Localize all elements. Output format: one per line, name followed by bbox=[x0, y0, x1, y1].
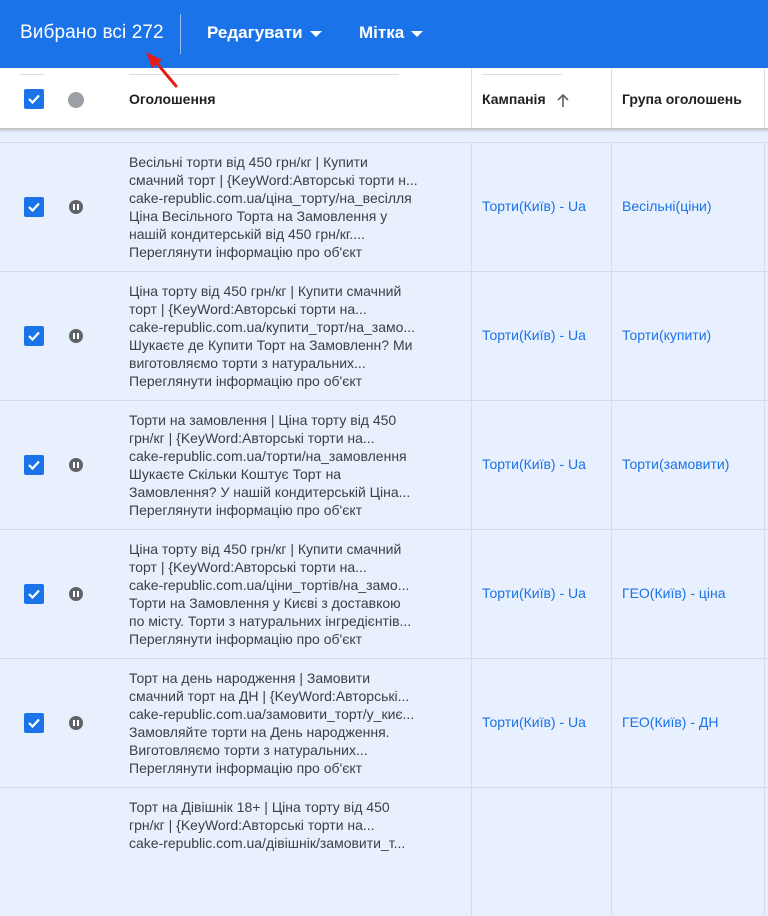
ad-preview[interactable]: Торти на замовлення | Ціна торту від 450… bbox=[129, 411, 443, 519]
ad-text-line: грн/кг | {KeyWord:Авторські торти на... bbox=[129, 430, 375, 446]
column-header-campaign-label: Кампанія bbox=[482, 91, 546, 107]
paused-status-icon[interactable] bbox=[69, 200, 83, 214]
checkmark-icon bbox=[28, 331, 40, 342]
row-checkbox[interactable] bbox=[24, 326, 44, 346]
paused-status-icon[interactable] bbox=[69, 329, 83, 343]
ad-text-line: cake-republic.com.ua/ціни_тортів/на_замо… bbox=[129, 577, 410, 593]
ad-text-line: виготовляємо торти з натуральних... bbox=[129, 355, 366, 371]
column-header-campaign[interactable]: Кампанія bbox=[482, 91, 570, 108]
table-row[interactable]: Ціна торту від 450 грн/кг | Купити смачн… bbox=[0, 271, 768, 400]
ad-text-line: Ціна торту від 450 грн/кг | Купити смачн… bbox=[129, 283, 402, 299]
checkmark-icon bbox=[28, 460, 40, 471]
ad-preview[interactable]: Торт на Дівішнік 18+ | Ціна торту від 45… bbox=[129, 798, 443, 852]
campaign-link[interactable]: Торти(Київ) - Ua bbox=[482, 585, 586, 601]
ad-group-link[interactable]: Весільні(ціни) bbox=[622, 198, 712, 214]
ad-preview[interactable]: Торт на день народження | Замовити смачни… bbox=[129, 669, 443, 777]
ad-text-line: Переглянути інформацію про об'єкт bbox=[129, 760, 363, 776]
edit-menu-button[interactable]: Редагувати bbox=[207, 23, 322, 43]
ad-text-line: Переглянути інформацію про об'єкт bbox=[129, 373, 363, 389]
checkmark-icon bbox=[28, 589, 40, 600]
ad-text-line: Виготовляємо торти з натуральних... bbox=[129, 742, 368, 758]
campaign-link[interactable]: Торти(Київ) - Ua bbox=[482, 714, 586, 730]
ad-text-line: cake-republic.com.ua/дівішнік/замовити_т… bbox=[129, 835, 406, 851]
ad-text-line: Торти на Замовлення у Києві з доставкою bbox=[129, 595, 401, 611]
ad-group-link[interactable]: Торти(купити) bbox=[622, 327, 711, 343]
label-menu-button[interactable]: Мітка bbox=[359, 23, 424, 43]
ad-group-link[interactable]: ГЕО(Київ) - ДН bbox=[622, 714, 718, 730]
ad-text-line: Замовлення? У нашій кондитерській Ціна..… bbox=[129, 484, 411, 500]
checkmark-icon bbox=[28, 202, 40, 213]
ad-preview[interactable]: Ціна торту від 450 грн/кг | Купити смачн… bbox=[129, 540, 443, 648]
ad-text-line: по місту. Торти з натуральних інгредієнт… bbox=[129, 613, 412, 629]
ad-text-line: cake-republic.com.ua/торти/на_замовлення bbox=[129, 448, 407, 464]
ad-text-line: Шукаєте Скільки Коштує Торт на bbox=[129, 466, 342, 482]
paused-status-icon[interactable] bbox=[69, 587, 83, 601]
ad-text-line: смачний торт на ДН | {KeyWord:Авторські.… bbox=[129, 688, 410, 704]
row-checkbox[interactable] bbox=[24, 584, 44, 604]
campaign-link[interactable]: Торти(Київ) - Ua bbox=[482, 456, 586, 472]
table-row[interactable]: Торт на день народження | Замовити смачни… bbox=[0, 658, 768, 787]
ad-text-line: Шукаєте де Купити Торт на Замовленн? Ми bbox=[129, 337, 413, 353]
ad-text-line: торт | {KeyWord:Авторські торти на... bbox=[129, 559, 367, 575]
ad-text-line: Торт на Дівішнік 18+ | Ціна торту від 45… bbox=[129, 799, 390, 815]
campaign-link[interactable]: Торти(Київ) - Ua bbox=[482, 327, 586, 343]
ad-text-line: Переглянути інформацію про об'єкт bbox=[129, 244, 363, 260]
ad-text-line: cake-republic.com.ua/замовити_торт/у_киє… bbox=[129, 706, 415, 722]
table-row[interactable]: Ціна торту від 450 грн/кг | Купити смачн… bbox=[0, 529, 768, 658]
ad-text-line: Ціна торту від 450 грн/кг | Купити смачн… bbox=[129, 541, 402, 557]
ad-group-link[interactable]: ГЕО(Київ) - ціна bbox=[622, 585, 726, 601]
ad-text-line: Ціна Весільного Торта на Замовлення у bbox=[129, 208, 388, 224]
edit-menu-label: Редагувати bbox=[207, 23, 303, 42]
ad-text-line: Замовляйте торти на День народження. bbox=[129, 724, 390, 740]
annotation-arrow-icon bbox=[146, 52, 178, 88]
paused-status-icon[interactable] bbox=[69, 458, 83, 472]
ad-preview[interactable]: Весільні торти від 450 грн/кг | Купити см… bbox=[129, 153, 443, 261]
label-menu-label: Мітка bbox=[359, 23, 405, 42]
row-checkbox[interactable] bbox=[24, 713, 44, 733]
ad-text-line: cake-republic.com.ua/купити_торт/на_замо… bbox=[129, 319, 416, 335]
table-row[interactable]: Торт на Дівішнік 18+ | Ціна торту від 45… bbox=[0, 787, 768, 916]
table-row[interactable]: Весільні торти від 450 грн/кг | Купити см… bbox=[0, 142, 768, 271]
ad-text-line: торт | {KeyWord:Авторські торти на... bbox=[129, 301, 367, 317]
paused-status-icon[interactable] bbox=[69, 716, 83, 730]
ad-text-line: cake-republic.com.ua/ціна_торту/на_весіл… bbox=[129, 190, 412, 206]
table-row[interactable]: Торти на замовлення | Ціна торту від 450… bbox=[0, 400, 768, 529]
ad-text-line: смачний торт | {KeyWord:Авторські торти … bbox=[129, 172, 418, 188]
ad-group-link[interactable]: Торти(замовити) bbox=[622, 456, 729, 472]
ad-text-line: Переглянути інформацію про об'єкт bbox=[129, 502, 363, 518]
ad-text-line: грн/кг | {KeyWord:Авторські торти на... bbox=[129, 817, 375, 833]
chevron-down-icon bbox=[309, 31, 322, 37]
ad-text-line: Переглянути інформацію про об'єкт bbox=[129, 631, 363, 647]
ad-text-line: Торти на замовлення | Ціна торту від 450 bbox=[129, 412, 397, 428]
column-header-ad-group[interactable]: Група оголошень bbox=[622, 91, 742, 107]
ad-text-line: Торт на день народження | Замовити bbox=[129, 670, 371, 686]
sort-ascending-icon[interactable] bbox=[556, 92, 570, 108]
row-checkbox[interactable] bbox=[24, 197, 44, 217]
ad-text-line: Весільні торти від 450 грн/кг | Купити bbox=[129, 154, 368, 170]
chevron-down-icon bbox=[411, 31, 424, 37]
ad-preview[interactable]: Ціна торту від 450 грн/кг | Купити смачн… bbox=[129, 282, 443, 390]
row-checkbox[interactable] bbox=[24, 455, 44, 475]
checkmark-icon bbox=[28, 718, 40, 729]
ad-text-line: нашій кондитерській від 450 грн/кг.... bbox=[129, 226, 365, 242]
campaign-link[interactable]: Торти(Київ) - Ua bbox=[482, 198, 586, 214]
